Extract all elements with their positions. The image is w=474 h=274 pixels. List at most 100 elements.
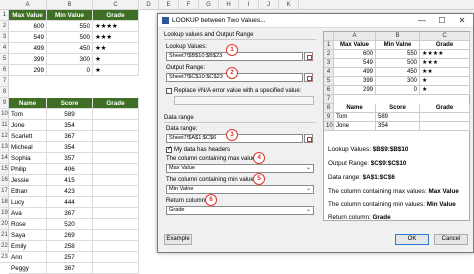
table-cell[interactable] <box>93 219 139 230</box>
dialog-titlebar[interactable]: LOOKUP between Two Values... — ☐ ✕ <box>158 14 473 28</box>
col-header-j[interactable]: J <box>259 0 279 10</box>
table-cell[interactable] <box>93 120 139 131</box>
row-header[interactable]: 12 <box>0 131 9 142</box>
table-cell[interactable]: Tom <box>9 109 47 120</box>
table-cell[interactable] <box>93 175 139 186</box>
select-range-icon[interactable] <box>304 134 313 143</box>
row-header[interactable]: 19 <box>0 208 9 219</box>
table-cell[interactable]: 423 <box>47 186 93 197</box>
table-cell[interactable]: 549 <box>9 32 47 43</box>
table-cell[interactable] <box>93 109 139 120</box>
col-header-k[interactable]: K <box>279 0 299 10</box>
return-column-select[interactable]: Grade ⌄ <box>166 206 314 215</box>
table-cell[interactable]: 367 <box>47 263 93 274</box>
row-header[interactable]: 9 <box>0 98 9 109</box>
row-header[interactable]: 13 <box>0 142 9 153</box>
col-header-b[interactable]: B <box>47 0 93 10</box>
table-cell[interactable]: 257 <box>47 252 93 263</box>
table-cell[interactable]: Jessie <box>9 175 47 186</box>
row-header[interactable]: 22 <box>0 241 9 252</box>
table-cell[interactable]: Lucy <box>9 197 47 208</box>
table-cell[interactable]: 258 <box>47 241 93 252</box>
close-button[interactable]: ✕ <box>452 15 472 26</box>
table-cell[interactable]: 299 <box>9 65 47 76</box>
select-range-icon[interactable] <box>304 52 313 61</box>
col-header-c[interactable]: C <box>93 0 139 10</box>
table-cell[interactable]: Saya <box>9 230 47 241</box>
table-cell[interactable]: ★ <box>93 65 139 76</box>
table-cell[interactable]: Micheal <box>9 142 47 153</box>
table-cell[interactable]: 269 <box>47 230 93 241</box>
row-header[interactable]: 8 <box>0 87 9 98</box>
row-header[interactable]: 3 <box>0 32 9 43</box>
table-cell[interactable]: Scarlett <box>9 131 47 142</box>
row-header[interactable]: 11 <box>0 120 9 131</box>
row-header[interactable]: 14 <box>0 153 9 164</box>
table-cell[interactable] <box>93 263 139 274</box>
header-cell[interactable]: Min Value <box>47 10 93 21</box>
min-column-select[interactable]: Min Valne ⌄ <box>166 185 314 194</box>
table-cell[interactable]: Jone <box>9 120 47 131</box>
table-cell[interactable]: 367 <box>47 208 93 219</box>
table-cell[interactable]: Ann <box>9 252 47 263</box>
table-cell[interactable] <box>93 208 139 219</box>
row-header[interactable]: 2 <box>0 21 9 32</box>
example-button[interactable]: Example <box>164 234 192 245</box>
table-cell[interactable] <box>93 131 139 142</box>
row-header[interactable]: 20 <box>0 219 9 230</box>
table-cell[interactable]: 415 <box>47 175 93 186</box>
table-cell[interactable]: 300 <box>47 54 93 65</box>
table-cell[interactable] <box>93 186 139 197</box>
table-cell[interactable] <box>93 142 139 153</box>
table-cell[interactable] <box>93 164 139 175</box>
maximize-button[interactable]: ☐ <box>432 15 452 26</box>
table-cell[interactable]: 367 <box>47 131 93 142</box>
col-header-a[interactable]: A <box>9 0 47 10</box>
row-header[interactable]: 17 <box>0 186 9 197</box>
has-headers-checkbox[interactable] <box>166 145 172 153</box>
table-cell[interactable]: ★★ <box>93 43 139 54</box>
table-cell[interactable] <box>93 252 139 263</box>
table-cell[interactable]: 520 <box>47 219 93 230</box>
table-cell[interactable]: ★ <box>93 54 139 65</box>
col-header-e[interactable]: E <box>159 0 179 10</box>
table-cell[interactable]: Peggy <box>9 263 47 274</box>
ok-button[interactable]: OK <box>395 234 429 245</box>
table-cell[interactable]: 354 <box>47 120 93 131</box>
header-cell[interactable]: Max Value <box>9 10 47 21</box>
table-cell[interactable]: 499 <box>9 43 47 54</box>
table-cell[interactable]: Ethan <box>9 186 47 197</box>
row-header[interactable]: 21 <box>0 230 9 241</box>
header-cell[interactable]: Score <box>47 98 93 109</box>
row-header[interactable]: 16 <box>0 175 9 186</box>
cancel-button[interactable]: Cancel <box>434 234 468 245</box>
table-cell[interactable]: 357 <box>47 153 93 164</box>
table-cell[interactable] <box>93 197 139 208</box>
table-cell[interactable]: 399 <box>9 54 47 65</box>
row-header[interactable]: 15 <box>0 164 9 175</box>
table-cell[interactable]: 406 <box>47 164 93 175</box>
replace-value-input[interactable] <box>174 96 314 105</box>
col-header-d[interactable]: D <box>139 0 159 10</box>
col-header-f[interactable]: F <box>179 0 199 10</box>
table-cell[interactable]: 450 <box>47 43 93 54</box>
header-cell[interactable]: Grade <box>93 10 139 21</box>
table-cell[interactable]: Emily <box>9 241 47 252</box>
table-cell[interactable]: 354 <box>47 142 93 153</box>
header-cell[interactable]: Grade <box>93 98 139 109</box>
table-cell[interactable]: ★★★★ <box>93 21 139 32</box>
header-cell[interactable]: Name <box>9 98 47 109</box>
row-header[interactable]: 4 <box>0 43 9 54</box>
table-cell[interactable]: Rose <box>9 219 47 230</box>
table-cell[interactable]: 600 <box>9 21 47 32</box>
minimize-button[interactable]: — <box>412 15 432 26</box>
replace-na-checkbox[interactable] <box>166 88 172 94</box>
table-cell[interactable]: 550 <box>47 21 93 32</box>
row-header[interactable]: 23 <box>0 252 9 263</box>
table-cell[interactable]: Sophia <box>9 153 47 164</box>
max-column-select[interactable]: Max Value ⌄ <box>166 164 314 173</box>
table-cell[interactable]: 0 <box>47 65 93 76</box>
row-header[interactable]: 10 <box>0 109 9 120</box>
row-header[interactable]: 5 <box>0 54 9 65</box>
table-cell[interactable]: Ava <box>9 208 47 219</box>
